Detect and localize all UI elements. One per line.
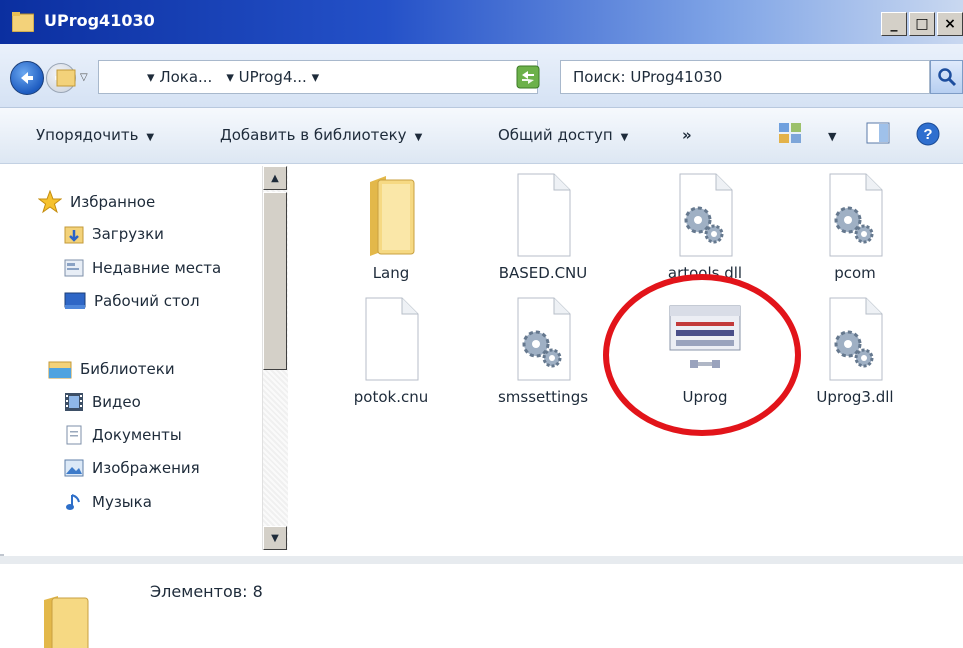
video-icon <box>65 393 83 411</box>
maximize-button[interactable]: □ <box>909 12 935 36</box>
item-count: Элементов: 8 <box>150 582 263 601</box>
nav-downloads[interactable]: Загрузки <box>64 224 164 244</box>
file-item-potok-cnu[interactable]: potok.cnu <box>326 294 456 406</box>
share-button[interactable]: Общий доступ ▼ <box>498 126 628 144</box>
file-name: BASED.CNU <box>498 264 588 282</box>
close-button[interactable]: × <box>937 12 963 36</box>
folder-icon <box>56 69 76 87</box>
star-icon <box>38 190 62 214</box>
nav-desktop[interactable]: Рабочий стол <box>64 291 200 311</box>
organize-button[interactable]: Упорядочить ▼ <box>36 126 154 144</box>
details-pane: Элементов: 8 <box>0 556 963 648</box>
folder-icon <box>44 596 89 648</box>
search-button[interactable] <box>930 60 963 94</box>
desktop-icon <box>64 292 86 309</box>
back-button[interactable] <box>10 61 44 95</box>
nav-music[interactable]: Музыка <box>64 492 152 512</box>
nav-recent-places-label: Недавние места <box>92 259 222 277</box>
file-item-lang[interactable]: Lang <box>326 170 456 282</box>
view-dropdown-icon[interactable]: ▼ <box>828 130 836 143</box>
refresh-button[interactable] <box>510 60 546 94</box>
scroll-up-button[interactable]: ▲ <box>263 166 287 190</box>
gear-file-icon <box>829 173 883 257</box>
file-name: Lang <box>372 264 410 282</box>
nav-video-label: Видео <box>92 393 141 411</box>
search-placeholder: Поиск: UProg41030 <box>573 68 723 86</box>
address-path[interactable]: ▾ Лока... ▾ UProg4... ▾ ▼ <box>56 60 583 94</box>
nav-libraries[interactable]: Библиотеки <box>48 358 175 380</box>
documents-icon <box>66 425 82 445</box>
add-to-library-button[interactable]: Добавить в библиотеку ▼ <box>220 126 422 144</box>
blank-file-icon <box>365 297 419 381</box>
refresh-icon <box>516 65 540 89</box>
crumb-uprog[interactable]: ▾ UProg4... ▾ <box>226 68 319 86</box>
preview-pane-icon[interactable] <box>866 122 890 144</box>
navigation-pane: Избранное Загрузки Недавние места Рабочи… <box>0 164 290 554</box>
nav-documents[interactable]: Документы <box>64 425 182 445</box>
nav-libraries-label: Библиотеки <box>80 360 175 378</box>
file-item-artools-dll[interactable]: artools.dll <box>640 170 770 282</box>
share-label: Общий доступ <box>498 126 613 144</box>
more-commands-button[interactable]: » <box>682 126 692 144</box>
gear-file-icon <box>679 173 733 257</box>
folder-icon <box>370 176 415 256</box>
nav-scrollbar[interactable]: ▲ ▼ <box>262 166 288 550</box>
window-title: UProg41030 <box>44 11 155 30</box>
title-bar: UProg41030 _ □ × <box>0 0 963 44</box>
file-item-based-cnu[interactable]: BASED.CNU <box>478 170 608 282</box>
file-item-uprog3-dll[interactable]: Uprog3.dll <box>790 294 920 406</box>
libraries-icon <box>48 361 72 379</box>
nav-favorites[interactable]: Избранное <box>38 190 155 214</box>
highlight-circle <box>603 274 801 436</box>
nav-video[interactable]: Видео <box>64 392 141 412</box>
crumb-uprog-label: UProg4... <box>238 68 307 86</box>
gear-file-icon <box>517 297 571 381</box>
music-icon <box>66 494 80 510</box>
organize-label: Упорядочить <box>36 126 139 144</box>
minimize-button[interactable]: _ <box>881 12 907 36</box>
command-toolbar: Упорядочить ▼ Добавить в библиотеку ▼ Общи… <box>0 108 963 164</box>
scroll-down-button[interactable]: ▼ <box>263 526 287 550</box>
back-arrow-icon <box>21 72 33 84</box>
crumb-local-label: Лока... <box>159 68 213 86</box>
search-input[interactable]: Поиск: UProg41030 <box>560 60 930 94</box>
svg-text:?: ? <box>923 126 932 143</box>
nav-pictures-label: Изображения <box>92 459 200 477</box>
file-name: pcom <box>834 264 876 282</box>
nav-pictures[interactable]: Изображения <box>64 458 200 478</box>
file-name: potok.cnu <box>353 388 429 406</box>
file-name: smssettings <box>497 388 589 406</box>
add-to-library-label: Добавить в библиотеку <box>220 126 407 144</box>
help-icon[interactable]: ? <box>916 122 940 146</box>
nav-favorites-label: Избранное <box>70 193 156 211</box>
address-bar: ▽ ▾ Лока... ▾ UProg4... ▾ ▼ Поиск: UProg… <box>0 44 963 108</box>
gear-file-icon <box>829 297 883 381</box>
pictures-icon <box>64 459 84 477</box>
recent-places-icon <box>64 259 84 277</box>
nav-desktop-label: Рабочий стол <box>94 292 200 310</box>
nav-recent-places[interactable]: Недавние места <box>64 258 221 278</box>
crumb-local[interactable]: ▾ Лока... <box>147 68 212 86</box>
file-item-smssettings[interactable]: smssettings <box>478 294 608 406</box>
nav-music-label: Музыка <box>92 493 152 511</box>
blank-file-icon <box>517 173 571 257</box>
downloads-folder-icon <box>64 226 84 244</box>
nav-documents-label: Документы <box>92 426 182 444</box>
view-options-icon[interactable] <box>778 122 802 144</box>
file-item-pcom[interactable]: pcom <box>790 170 920 282</box>
search-icon <box>937 68 956 87</box>
folder-icon <box>12 12 34 32</box>
history-dropdown-icon[interactable]: ▽ <box>80 72 88 83</box>
nav-downloads-label: Загрузки <box>92 225 164 243</box>
file-name: Uprog3.dll <box>816 388 894 406</box>
scroll-thumb[interactable] <box>263 192 287 370</box>
